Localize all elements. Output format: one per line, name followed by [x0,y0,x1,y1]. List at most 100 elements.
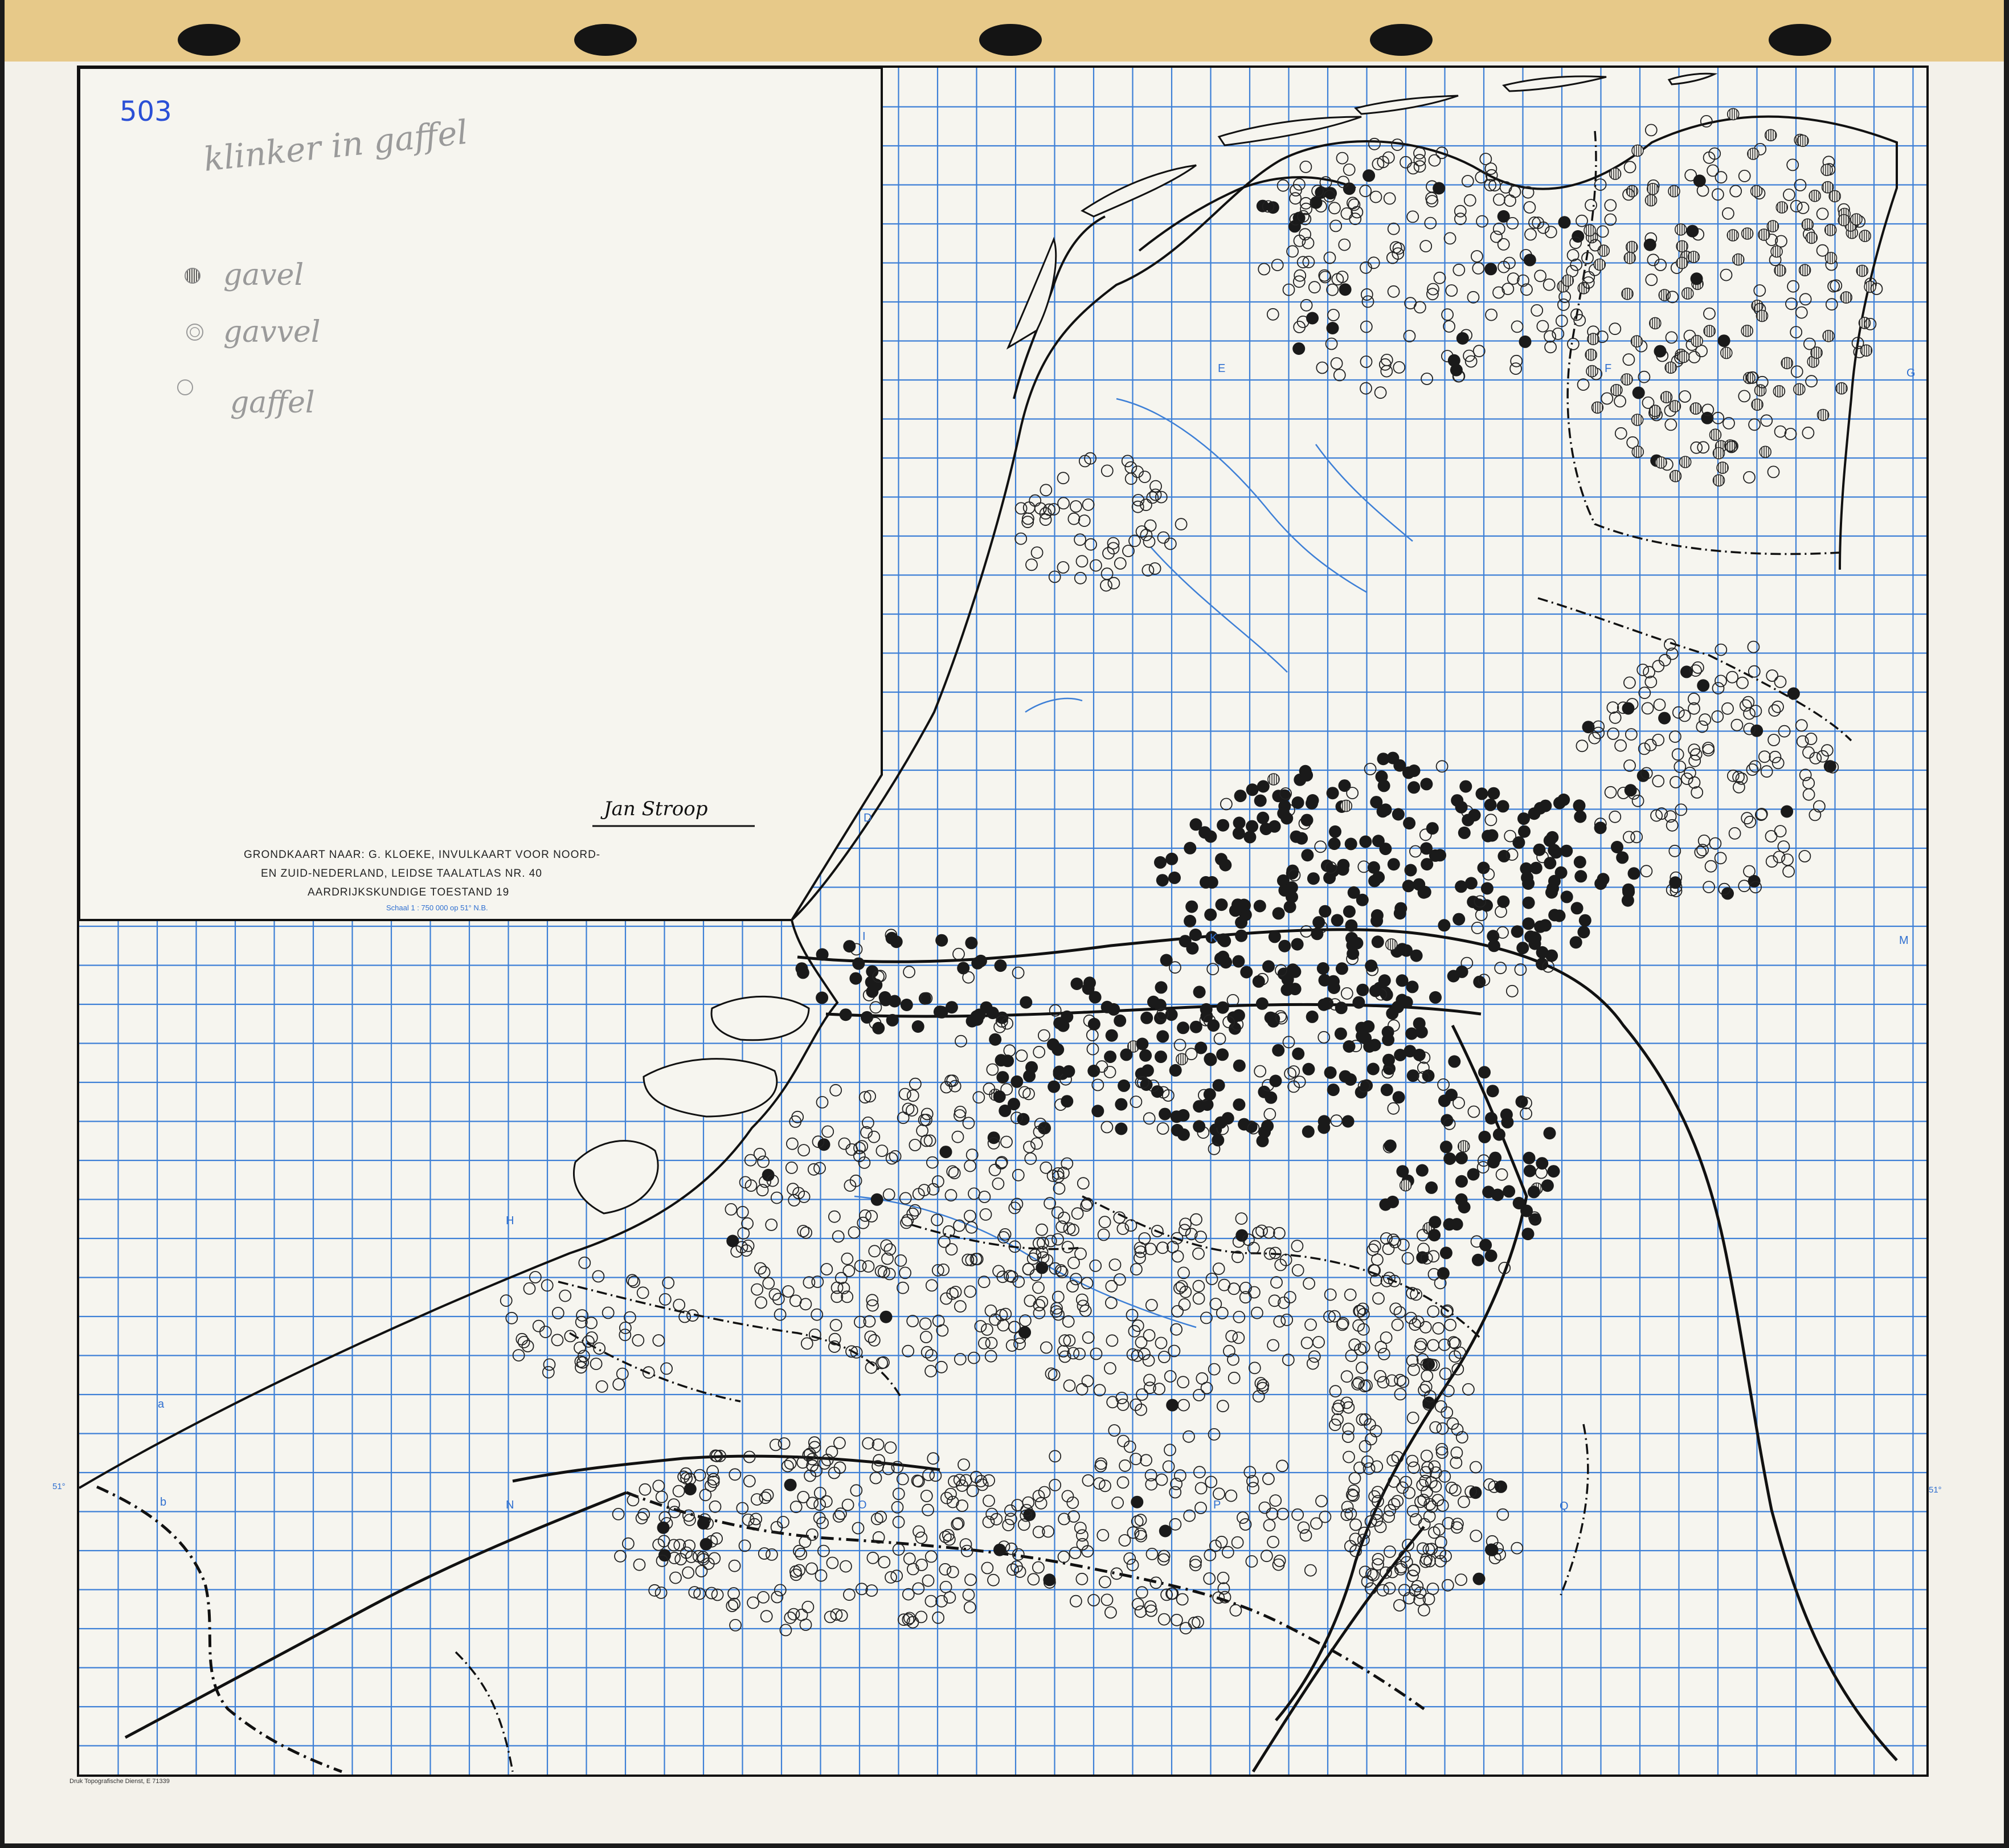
filled-symbol [1450,1218,1463,1231]
hatched-symbol [1759,445,1771,459]
grid-label-N: N [506,1499,514,1511]
hatched-symbol [1340,799,1353,812]
filled-symbol [1404,864,1417,877]
filled-symbol [1365,959,1378,972]
hatched-symbol [1679,456,1692,468]
hatched-symbol [1750,185,1763,198]
filled-symbol [1473,975,1486,988]
filled-symbol [1232,827,1245,840]
filled-symbol [1246,820,1259,833]
filled-symbol [870,1193,883,1206]
hatched-symbol [1793,383,1806,396]
filled-symbol [1392,1091,1405,1104]
filled-symbol [1393,907,1406,920]
filled-symbol [1456,332,1469,345]
filled-symbol [1386,1007,1399,1020]
signature: Jan Stroop [600,798,708,820]
filled-symbol [1177,1109,1190,1122]
filled-symbol [1257,811,1270,824]
filled-symbol [1362,169,1376,182]
filled-symbol [1624,784,1637,797]
hatched-symbol [1859,230,1871,242]
filled-symbol [1267,1015,1280,1028]
filled-symbol [1301,849,1314,862]
filled-symbol [1219,858,1232,872]
filled-symbol [1335,962,1348,975]
filled-symbol [1404,1045,1417,1058]
filled-symbol [1257,780,1270,793]
filled-symbol [1136,1037,1149,1050]
filled-symbol [1375,770,1388,783]
filled-symbol [1234,790,1247,803]
filled-symbol [1268,820,1281,833]
filled-symbol [1370,909,1384,922]
filled-symbol [1193,1120,1206,1133]
filled-symbol [1326,787,1339,800]
filled-symbol [1433,182,1446,195]
filled-symbol [1141,1064,1154,1077]
filled-symbol [784,1478,797,1491]
filled-symbol [1091,1105,1104,1118]
hatched-symbol [1644,194,1658,207]
filled-symbol [1169,1064,1182,1077]
filled-symbol [1387,858,1400,871]
filled-symbol [1548,874,1561,888]
filled-symbol [971,956,984,970]
filled-symbol [1186,942,1199,955]
filled-symbol [879,993,892,1007]
filled-symbol [1547,1165,1560,1178]
hatched-symbol [1655,456,1667,469]
filled-symbol [1402,880,1415,893]
hatched-symbol [1649,317,1662,330]
filled-symbol [1203,1088,1216,1101]
filled-symbol [1622,883,1635,896]
hatched-symbol [1824,223,1837,236]
hatched-symbol [1764,129,1777,142]
hatched-symbol [1773,385,1786,398]
hatched-symbol [1751,398,1763,411]
hatched-symbol [1591,401,1604,414]
filled-symbol [1406,1069,1419,1082]
filled-symbol [1690,272,1703,285]
filled-symbol [1472,1572,1486,1585]
filled-symbol [1380,1084,1393,1097]
filled-symbol [1521,1228,1535,1241]
filled-symbol [1233,1059,1246,1072]
filled-symbol [861,1011,873,1024]
filled-symbol [1235,916,1248,929]
filled-symbol [1378,974,1391,987]
filled-symbol [1622,702,1635,715]
filled-symbol [993,1543,1006,1556]
filled-symbol [699,1538,713,1551]
filled-symbol [1693,174,1706,187]
filled-symbol [1455,1175,1468,1188]
filled-symbol [1324,1066,1337,1079]
filled-symbol [1577,926,1590,939]
filled-symbol [1632,386,1645,399]
filled-symbol [1155,1050,1167,1064]
filled-symbol [1185,900,1198,913]
filled-symbol [1366,1062,1380,1076]
filled-symbol [1280,983,1294,996]
filled-symbol [1578,914,1591,927]
filled-symbol [1154,856,1167,869]
filled-symbol [1278,939,1291,952]
filled-symbol [1439,1140,1452,1154]
filled-symbol [1781,805,1794,818]
inset-box [78,67,883,921]
hatched-symbol [1687,251,1700,263]
filled-symbol [1272,907,1285,920]
filled-symbol [1306,794,1319,807]
filled-symbol [1351,937,1364,950]
filled-symbol [1621,894,1634,907]
filled-symbol [1262,960,1275,973]
filled-symbol [1048,1080,1061,1093]
filled-symbol [1448,1055,1461,1068]
filled-symbol [1193,986,1206,999]
filled-symbol [1370,796,1383,809]
hatched-symbol [1399,1179,1412,1192]
filled-symbol [1445,1089,1458,1101]
caption-line-3: AARDRIJKSKUNDIGE TOESTAND 19 [308,886,509,898]
filled-symbol [1393,759,1406,772]
filled-symbol [1337,858,1350,872]
